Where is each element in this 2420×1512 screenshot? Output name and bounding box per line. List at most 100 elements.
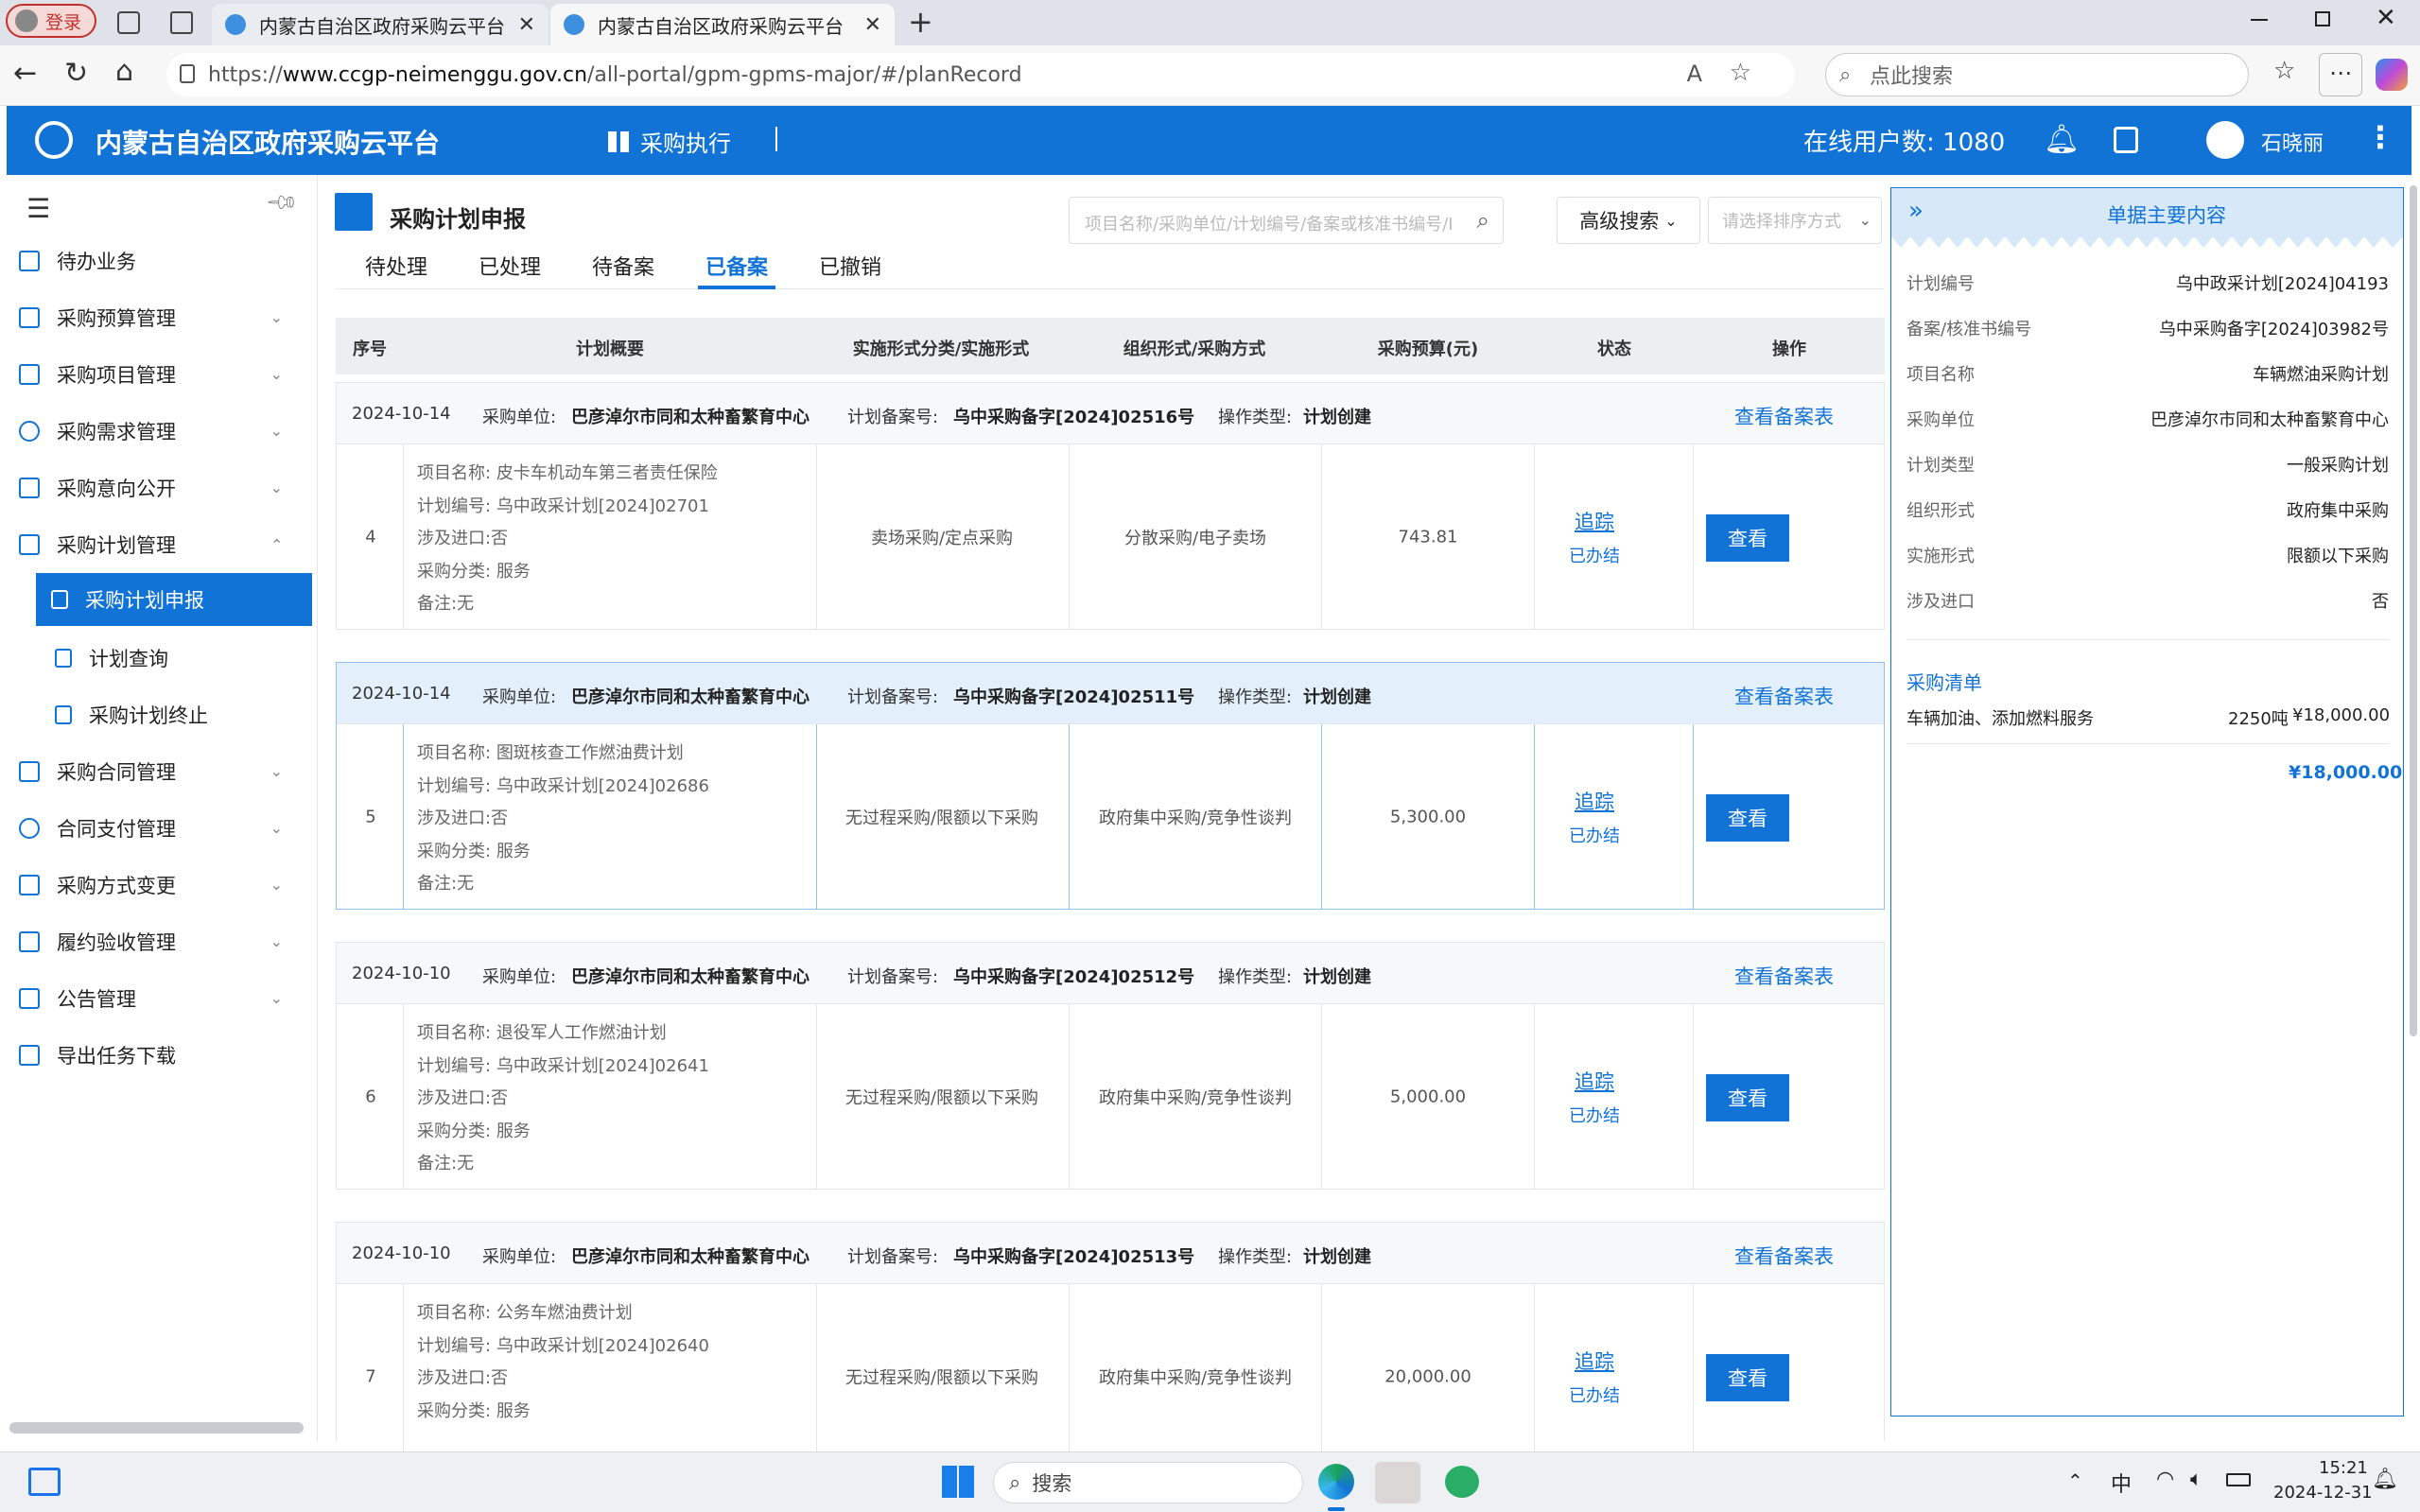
favorite-star-icon[interactable]: ☆ [1730,59,1751,87]
project-value: 退役军人工作燃油计划 [496,1023,667,1043]
close-tab-icon[interactable]: ✕ [518,13,535,37]
windows-start-icon[interactable] [942,1466,974,1498]
sidebar-item-contract[interactable]: 采购合同管理 ⌄ [11,745,311,798]
taskbar-search[interactable]: ⌕ 搜索 [993,1462,1303,1503]
sidebar-item-todo[interactable]: 待办业务 [11,235,311,287]
minimize-button[interactable] [2251,19,2268,21]
user-avatar[interactable] [2206,121,2244,159]
plan-record[interactable]: 2024-10-14 采购单位: 巴彦淖尔市同和太种畜繁育中心 计划备案号: 乌中采购备… [336,382,1885,630]
restore-button[interactable] [2315,11,2330,26]
new-tab-button[interactable]: + [908,4,933,40]
track-link[interactable]: 追踪 [1575,1347,1614,1375]
view-button[interactable]: 查看 [1706,1074,1789,1121]
sidebar-item-demand[interactable]: 采购需求管理 ⌄ [11,405,311,458]
browser-search-input[interactable]: ⌕ 点此搜索 [1825,53,2249,96]
project-label: 项目名称: [417,463,492,483]
main-scrollbar[interactable] [2410,185,2417,1036]
track-link[interactable]: 追踪 [1575,507,1614,535]
read-aloud-icon[interactable]: A [1687,61,1702,87]
view-button[interactable]: 查看 [1706,794,1789,842]
sidebar-item-method-change[interactable]: 采购方式变更 ⌄ [11,859,311,912]
tab-revoked[interactable]: 已撤销 [819,251,881,281]
wechat-icon[interactable] [1445,1466,1479,1498]
tab-processed[interactable]: 已处理 [479,251,541,281]
ime-indicator[interactable]: 中 [2111,1468,2132,1498]
plan-record[interactable]: 2024-10-10 采购单位: 巴彦淖尔市同和太种畜繁育中心 计划备案号: 乌中采购备… [336,942,1885,1190]
close-window-button[interactable]: ✕ [2376,4,2396,32]
sidebar-item-budget[interactable]: 采购预算管理 ⌄ [11,291,311,344]
clipboard-icon[interactable] [2114,127,2138,153]
category-label: 采购分类: [417,1121,492,1141]
tab-actions-icon[interactable] [170,11,193,34]
sidebar-item-plan-declare[interactable]: 采购计划申报 [36,573,312,626]
tab-to-record[interactable]: 待备案 [592,251,654,281]
kebab-menu-icon[interactable]: ⋮ [2365,119,2395,155]
view-record-link[interactable]: 查看备案表 [1734,1242,1834,1270]
sidebar-item-project[interactable]: 采购项目管理 ⌄ [11,348,311,401]
notification-icon[interactable]: 🔔︎ [2372,1468,2398,1491]
user-name[interactable]: 石晓丽 [2261,127,2324,157]
view-button[interactable]: 查看 [1706,514,1789,562]
copilot-icon[interactable] [2376,59,2408,91]
more-menu-icon[interactable]: ⋯ [2319,53,2362,96]
refresh-icon[interactable]: ↻ [64,57,88,90]
wifi-icon[interactable]: ◠ [2156,1468,2174,1491]
login-button[interactable]: 登录 [6,4,96,38]
view-record-link[interactable]: 查看备案表 [1734,682,1834,710]
sidebar-item-acceptance[interactable]: 履约验收管理 ⌄ [11,915,311,968]
sidebar-item-export[interactable]: 导出任务下载 [11,1029,311,1082]
bell-icon[interactable]: 🔔︎ [2044,123,2080,156]
detail-field-label: 备案/核准书编号 [1906,320,2032,339]
sidebar-item-plan[interactable]: 采购计划管理 ⌄ [11,518,311,571]
plan-no-value: 乌中政采计划[2024]02641 [496,1055,709,1076]
track-link[interactable]: 追踪 [1575,1067,1614,1095]
volume-icon[interactable]: 🔈︎ [2190,1468,2202,1491]
clock-time[interactable]: 15:21 [2319,1458,2368,1478]
sidebar-item-notice[interactable]: 公告管理 ⌄ [11,972,311,1025]
view-button[interactable]: 查看 [1706,1354,1789,1401]
sidebar-item-plan-terminate[interactable]: 采购计划终止 [47,688,311,741]
plan-record[interactable]: 2024-10-14 采购单位: 巴彦淖尔市同和太种畜繁育中心 计划备案号: 乌中采购备… [336,662,1885,910]
tab-recorded[interactable]: 已备案 [705,251,768,281]
browser-tab-2-active[interactable]: 内蒙古自治区政府采购云平台 ✕ [550,4,895,45]
remark-label: 备注: [417,1154,458,1173]
module-switch[interactable]: 采购执行 [608,125,731,158]
view-record-link[interactable]: 查看备案表 [1734,402,1834,430]
category-line: 采购分类: 服务 [417,1116,709,1149]
collapse-menu-icon[interactable]: ☰ [26,193,50,224]
plan-search-input[interactable]: 项目名称/采购单位/计划编号/备案或核准书编号/I ⌕ [1069,197,1504,244]
close-tab-icon[interactable]: ✕ [864,13,881,37]
url-host: www.ccgp-neimenggu.gov.cn [282,62,588,87]
home-icon[interactable]: ⌂ [115,55,133,88]
col-status: 状态 [1597,339,1631,359]
clock-date[interactable]: 2024-12-31 [2273,1483,2373,1503]
online-users: 在线用户数: 1080 [1803,123,2005,158]
avatar-icon [15,9,38,32]
widgets-icon[interactable] [28,1468,61,1496]
track-link[interactable]: 追踪 [1575,787,1614,815]
workspaces-icon[interactable] [117,11,140,34]
app-icon[interactable] [1375,1462,1420,1503]
sort-select[interactable]: 请选择排序方式 ⌄ [1708,197,1882,244]
browser-tab-1[interactable]: 内蒙古自治区政府采购云平台 ✕ [212,4,548,45]
plan-record[interactable]: 2024-10-10 采购单位: 巴彦淖尔市同和太种畜繁育中心 计划备案号: 乌中采购备… [336,1222,1885,1469]
tab-pending[interactable]: 待处理 [365,251,427,281]
page-title: 采购计划申报 [390,206,526,233]
edge-browser-icon[interactable] [1318,1464,1354,1500]
back-icon[interactable]: ← [13,57,37,90]
advanced-search-button[interactable]: 高级搜索 ⌄ [1557,197,1700,244]
sidebar-item-payment[interactable]: 合同支付管理 ⌄ [11,802,311,855]
detail-panel-title: 单据主要内容 [2107,204,2226,227]
sidebar-scrollbar[interactable] [9,1422,304,1434]
battery-icon[interactable] [2226,1473,2251,1486]
favorites-icon[interactable]: ☆ [2273,57,2295,85]
view-record-link[interactable]: 查看备案表 [1734,962,1834,990]
sidebar-item-intent[interactable]: 采购意向公开 ⌄ [11,461,311,514]
sidebar-item-label: 采购计划管理 [57,534,176,557]
sidebar-item-label: 公告管理 [57,988,136,1011]
tray-chevron-icon[interactable]: ⌃ [2067,1469,2083,1492]
collapse-panel-icon[interactable]: » [1908,197,1924,225]
col-summary: 计划概要 [576,339,644,359]
sidebar-item-plan-query[interactable]: 计划查询 [47,632,311,685]
address-bar[interactable]: https://www.ccgp-neimenggu.gov.cn/all-po… [166,53,1795,96]
